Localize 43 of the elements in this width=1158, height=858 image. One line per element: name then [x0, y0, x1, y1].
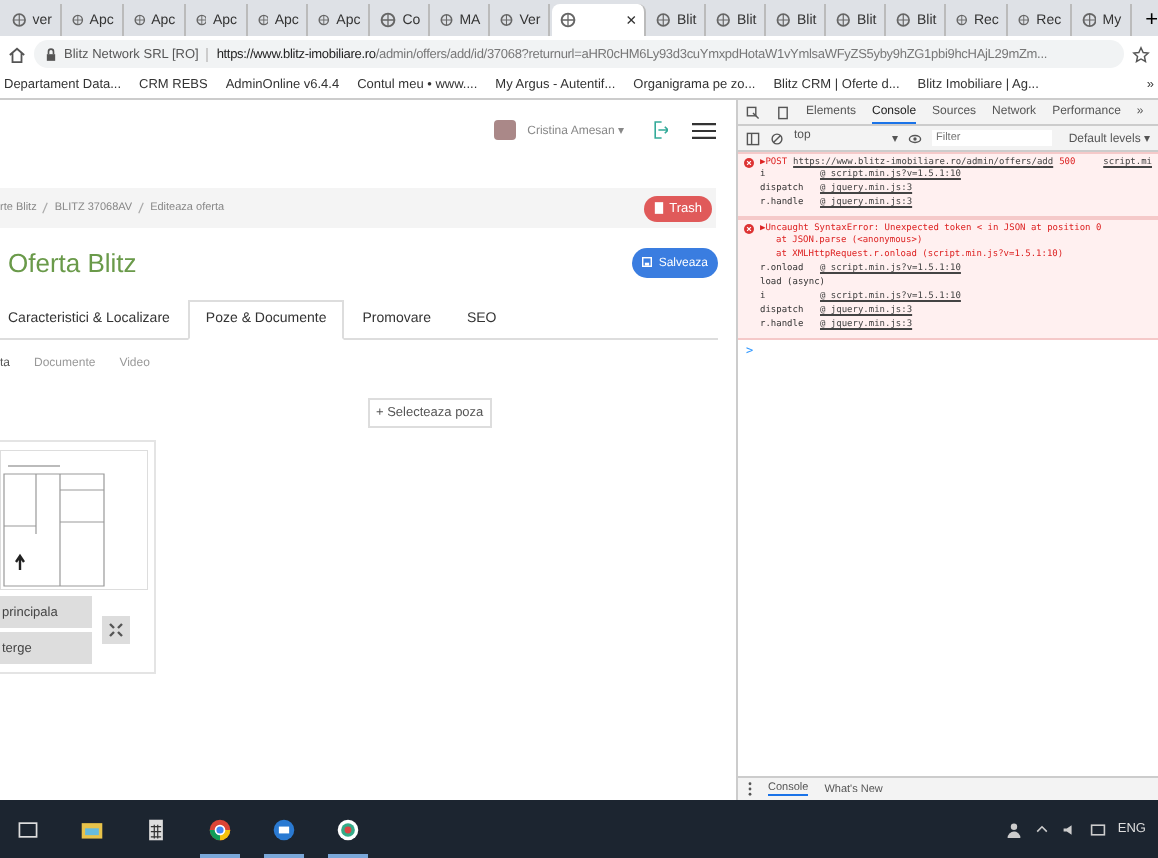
browser-tab[interactable]: ×: [552, 4, 647, 36]
globe-icon: [656, 12, 671, 28]
globe-icon: [257, 12, 269, 28]
home-icon[interactable]: [8, 45, 26, 63]
globe-icon: [896, 12, 911, 28]
notification-icon[interactable]: [1089, 821, 1106, 837]
globe-icon: [12, 12, 27, 28]
globe-icon: [72, 12, 84, 28]
lock-icon: [46, 47, 56, 61]
chevron-up-icon[interactable]: [1033, 821, 1050, 837]
sidebar-icon[interactable]: [746, 131, 760, 145]
globe-icon: [1081, 12, 1097, 28]
trash-icon: [653, 201, 664, 213]
star-icon[interactable]: [1132, 45, 1150, 63]
slash-icon: [138, 202, 145, 214]
globe-icon: [560, 12, 577, 28]
device-icon[interactable]: [776, 105, 790, 119]
globe-icon: [318, 12, 331, 28]
globe-icon: [836, 12, 851, 28]
expand-icon[interactable]: [102, 616, 130, 644]
clear-icon[interactable]: [770, 131, 784, 145]
error-icon: [744, 158, 754, 168]
globe-icon: [1018, 12, 1031, 28]
inspect-icon[interactable]: [746, 105, 760, 119]
person-icon[interactable]: [1005, 821, 1022, 837]
new-tab-button[interactable]: +: [1145, 8, 1158, 36]
globe-icon: [776, 12, 791, 28]
globe-icon: [716, 12, 731, 28]
save-icon: [642, 256, 653, 268]
page-title: Oferta Blitz: [8, 248, 137, 278]
menu-icon[interactable]: [692, 121, 716, 139]
slash-icon: [42, 202, 49, 214]
error-icon: [744, 224, 754, 234]
avatar-placeholder: [493, 120, 516, 140]
globe-icon: [956, 12, 968, 28]
globe-icon: [133, 12, 146, 28]
eye-icon[interactable]: [908, 131, 922, 145]
speaker-icon[interactable]: [1061, 821, 1078, 837]
logout-icon[interactable]: [652, 120, 668, 140]
globe-icon: [440, 12, 454, 28]
globe-icon: [380, 12, 397, 28]
globe-icon: [500, 12, 514, 28]
globe-icon: [195, 12, 207, 28]
